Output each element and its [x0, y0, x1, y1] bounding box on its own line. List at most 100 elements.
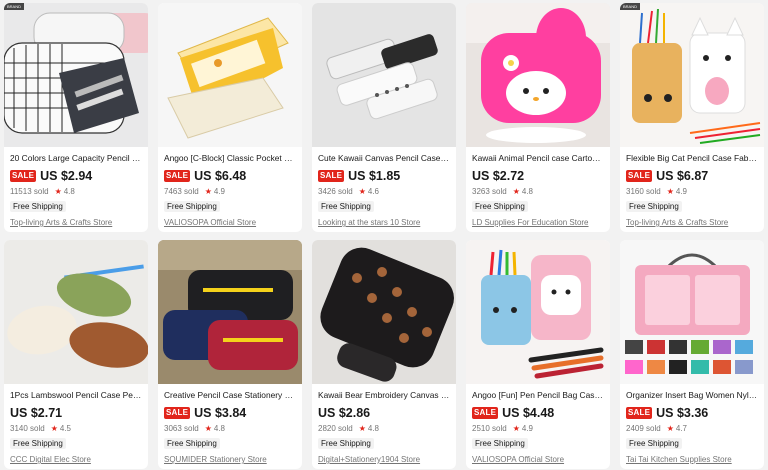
product-image[interactable] [158, 3, 302, 147]
rating-value: 4.8 [521, 187, 533, 196]
product-title[interactable]: Kawaii Bear Embroidery Canvas Pe... [318, 389, 450, 401]
shipping-badge: Free Shipping [10, 201, 66, 212]
organizer-bag-icon [620, 240, 764, 384]
product-price: US $4.48 [502, 405, 555, 420]
sale-badge: SALE [164, 169, 191, 182]
canvas-pencil-cases-icon [312, 3, 456, 147]
rating-value: 4.5 [59, 424, 71, 433]
rating-value: 4.9 [675, 187, 687, 196]
product-card[interactable]: BRAND Flexible Big Cat Pencil Case Fabri… [620, 3, 764, 232]
product-card[interactable]: Angoo [Fun] Pen Pencil Bag Case, ... SAL… [466, 240, 610, 469]
store-link[interactable]: Looking at the stars 10 Store [318, 218, 450, 227]
sold-count: 3426 sold [318, 187, 353, 196]
product-card[interactable]: Cute Kawaii Canvas Pencil Case Hi... SAL… [312, 3, 456, 232]
store-link[interactable]: VALIOSOPA Official Store [164, 218, 296, 227]
product-price: US $1.85 [348, 168, 401, 183]
product-image[interactable] [466, 240, 610, 384]
product-price: US $2.86 [318, 405, 371, 420]
star-icon: ★ [54, 187, 62, 196]
star-icon: ★ [204, 424, 212, 433]
product-card[interactable]: BRAND 20 Colors Large Capacity Pencil Ca… [4, 3, 148, 232]
rating-value: 4.8 [63, 187, 75, 196]
product-card[interactable]: Organizer Insert Bag Women Nylo... SALE … [620, 240, 764, 469]
product-image[interactable] [620, 240, 764, 384]
watermark-tag: BRAND [620, 3, 641, 10]
sale-badge: SALE [10, 169, 37, 182]
shipping-badge: Free Shipping [10, 438, 66, 449]
sold-count: 3140 sold [10, 424, 45, 433]
rating-value: 4.7 [675, 424, 687, 433]
sale-badge: SALE [164, 406, 191, 419]
product-card[interactable]: 1Pcs Lambswool Pencil Case Pen P... US $… [4, 240, 148, 469]
shipping-badge: Free Shipping [626, 201, 682, 212]
store-link[interactable]: Top-living Arts & Crafts Store [626, 218, 758, 227]
cat-pencil-cases-icon [620, 3, 764, 147]
product-title[interactable]: 1Pcs Lambswool Pencil Case Pen P... [10, 389, 142, 401]
yellow-pencil-case-icon [158, 3, 302, 147]
sold-count: 3160 sold [626, 187, 661, 196]
star-icon: ★ [50, 424, 58, 433]
product-price: US $3.84 [194, 405, 247, 420]
rating-value: 4.8 [213, 424, 225, 433]
product-title[interactable]: Cute Kawaii Canvas Pencil Case Hi... [318, 152, 450, 164]
product-card[interactable]: Kawaii Animal Pencil case Cartoon ... US… [466, 3, 610, 232]
product-price: US $2.94 [40, 168, 93, 183]
product-title[interactable]: Flexible Big Cat Pencil Case Fabric ... [626, 152, 758, 164]
rating-value: 4.8 [367, 424, 379, 433]
store-link[interactable]: Tai Tai Kitchen Supplies Store [626, 455, 758, 464]
product-title[interactable]: Angoo [Fun] Pen Pencil Bag Case, ... [472, 389, 604, 401]
rating-value: 4.9 [213, 187, 225, 196]
product-title[interactable]: 20 Colors Large Capacity Pencil Ca... [10, 152, 142, 164]
cat-pen-bag-icon [466, 240, 610, 384]
star-icon: ★ [358, 424, 366, 433]
store-link[interactable]: Top-living Arts & Crafts Store [10, 218, 142, 227]
sold-count: 2820 sold [318, 424, 353, 433]
sold-count: 3063 sold [164, 424, 199, 433]
sold-count: 2510 sold [472, 424, 507, 433]
watermark-tag: BRAND [4, 3, 25, 10]
product-image[interactable] [4, 240, 148, 384]
colored-pencil-cases-icon [158, 240, 302, 384]
sold-count: 3263 sold [472, 187, 507, 196]
sold-count: 11513 sold [10, 187, 49, 196]
shipping-badge: Free Shipping [318, 438, 374, 449]
store-link[interactable]: VALIOSOPA Official Store [472, 455, 604, 464]
product-grid: BRAND 20 Colors Large Capacity Pencil Ca… [4, 3, 764, 469]
product-card[interactable]: Angoo [C-Block] Classic Pocket Pen... SA… [158, 3, 302, 232]
sold-count: 2409 sold [626, 424, 661, 433]
black-bear-case-icon [312, 240, 456, 384]
store-link[interactable]: Digital+Stationery1904 Store [318, 455, 450, 464]
product-card[interactable]: Kawaii Bear Embroidery Canvas Pe... US $… [312, 240, 456, 469]
product-title[interactable]: Organizer Insert Bag Women Nylo... [626, 389, 758, 401]
shipping-badge: Free Shipping [472, 438, 528, 449]
product-title[interactable]: Angoo [C-Block] Classic Pocket Pen... [164, 152, 296, 164]
product-image[interactable]: BRAND [4, 3, 148, 147]
shipping-badge: Free Shipping [164, 438, 220, 449]
store-link[interactable]: CCC Digital Elec Store [10, 455, 142, 464]
product-image[interactable] [158, 240, 302, 384]
product-image[interactable]: BRAND [620, 3, 764, 147]
product-price: US $2.71 [10, 405, 63, 420]
product-title[interactable]: Creative Pencil Case Stationery Cut... [164, 389, 296, 401]
star-icon: ★ [666, 187, 674, 196]
star-icon: ★ [358, 187, 366, 196]
shipping-badge: Free Shipping [626, 438, 682, 449]
product-image[interactable] [312, 240, 456, 384]
shipping-badge: Free Shipping [164, 201, 220, 212]
sale-badge: SALE [472, 406, 499, 419]
grid-pencil-cases-icon [4, 3, 148, 147]
store-link[interactable]: LD Supplies For Education Store [472, 218, 604, 227]
sold-count: 7463 sold [164, 187, 199, 196]
shipping-badge: Free Shipping [318, 201, 374, 212]
star-icon: ★ [512, 424, 520, 433]
sale-badge: SALE [626, 169, 653, 182]
rating-value: 4.9 [521, 424, 533, 433]
sale-badge: SALE [626, 406, 653, 419]
product-title[interactable]: Kawaii Animal Pencil case Cartoon ... [472, 152, 604, 164]
product-card[interactable]: Creative Pencil Case Stationery Cut... S… [158, 240, 302, 469]
fluffy-pencil-cases-icon [4, 240, 148, 384]
product-image[interactable] [312, 3, 456, 147]
product-image[interactable] [466, 3, 610, 147]
product-price: US $6.87 [656, 168, 709, 183]
store-link[interactable]: SQUMIDER Stationery Store [164, 455, 296, 464]
